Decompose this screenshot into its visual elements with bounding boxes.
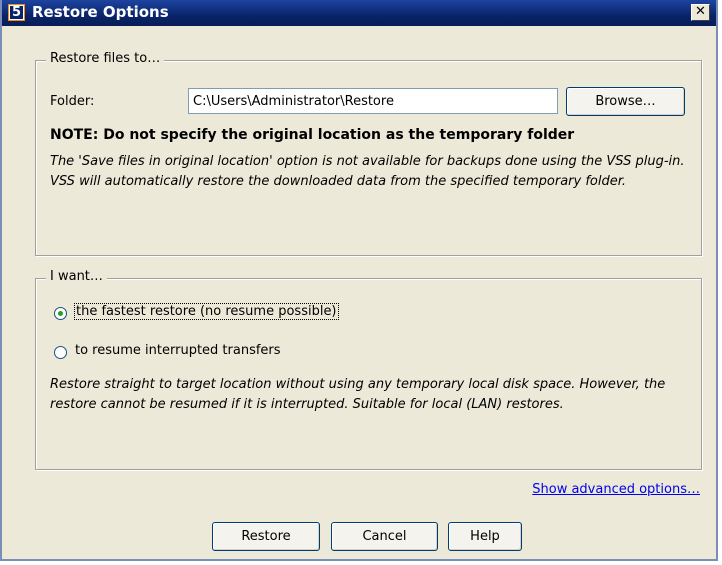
note-title: NOTE: Do not specify the original locati… bbox=[50, 127, 575, 143]
i-want-legend: I want… bbox=[46, 269, 107, 284]
fastest-restore-label[interactable]: the fastest restore (no resume possible) bbox=[74, 303, 339, 320]
title-bar[interactable]: 5 Restore Options ✕ bbox=[2, 0, 716, 26]
resume-transfers-radio[interactable] bbox=[54, 346, 67, 359]
close-icon[interactable]: ✕ bbox=[691, 4, 710, 21]
i-want-group: I want… the fastest restore (no resume p… bbox=[35, 269, 702, 470]
note-text: The 'Save files in original location' op… bbox=[50, 154, 685, 189]
browse-button[interactable]: Browse… bbox=[566, 87, 685, 116]
fastest-restore-radio[interactable] bbox=[54, 307, 67, 320]
restore-mode-description: Restore straight to target location with… bbox=[50, 377, 666, 412]
resume-transfers-label[interactable]: to resume interrupted transfers bbox=[75, 343, 281, 358]
folder-path-input[interactable] bbox=[188, 88, 558, 114]
show-advanced-options-link[interactable]: Show advanced options… bbox=[532, 482, 700, 497]
app-icon: 5 bbox=[8, 4, 25, 21]
restore-options-dialog: 5 Restore Options ✕ Restore files to… Fo… bbox=[0, 0, 718, 561]
help-button[interactable]: Help bbox=[448, 522, 522, 551]
window-title: Restore Options bbox=[32, 3, 169, 21]
restore-files-legend: Restore files to… bbox=[46, 51, 165, 66]
folder-label: Folder: bbox=[50, 94, 95, 109]
restore-files-group: Restore files to… Folder: Browse… NOTE: … bbox=[35, 51, 702, 256]
restore-button[interactable]: Restore bbox=[212, 522, 320, 551]
cancel-button[interactable]: Cancel bbox=[331, 522, 438, 551]
